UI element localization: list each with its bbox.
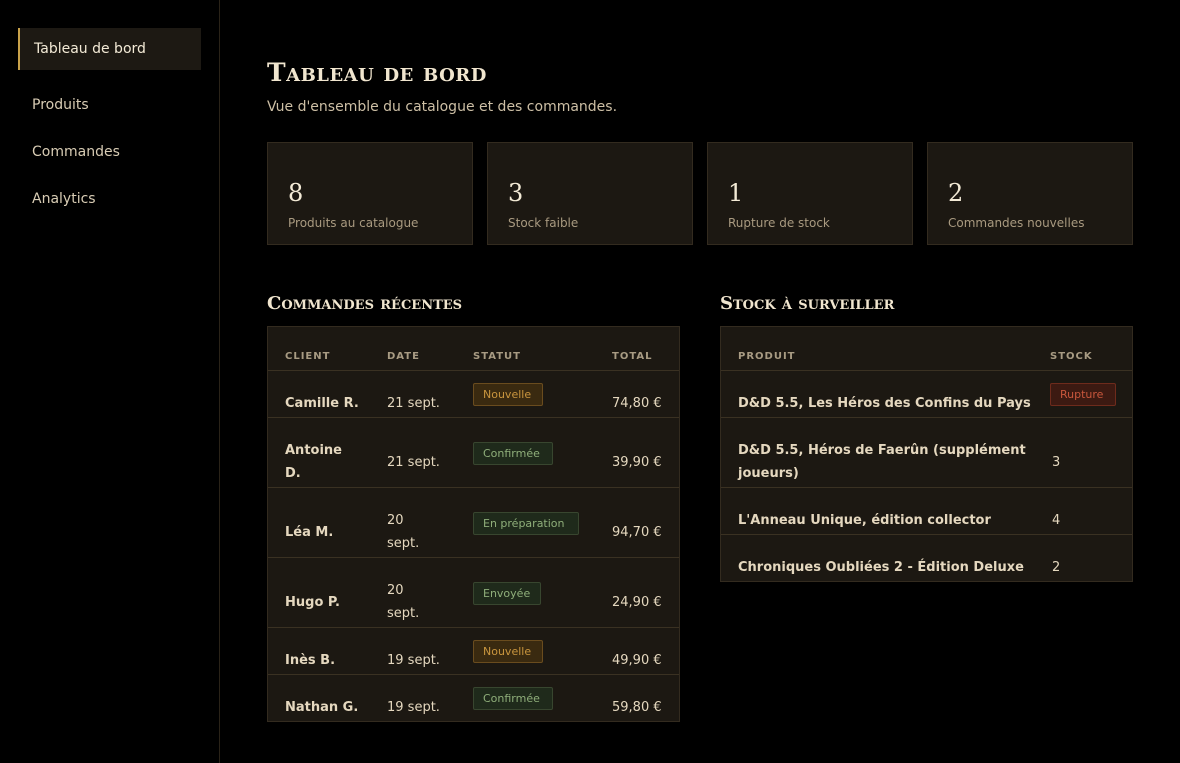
order-client: Camille R. bbox=[285, 396, 359, 411]
orders-table: CLIENT DATE STATUT TOTAL Camille R. 21 s… bbox=[267, 326, 680, 722]
status-badge: Confirmée bbox=[473, 687, 553, 710]
stock-product: D&D 5.5, Héros de Faerûn (supplément jou… bbox=[738, 443, 1026, 481]
page-title: Tableau de bord bbox=[267, 58, 487, 87]
stock-product: Chroniques Oubliées 2 - Édition Deluxe bbox=[738, 560, 1024, 575]
order-total: 49,90 € bbox=[612, 653, 662, 668]
stat-card-products: 8 Produits au catalogue bbox=[267, 142, 473, 245]
order-date: 20 sept. bbox=[387, 513, 420, 551]
table-row[interactable]: D&D 5.5, Les Héros des Confins du Pays R… bbox=[721, 370, 1132, 417]
sidebar-item-orders[interactable]: Commandes bbox=[18, 131, 201, 173]
stat-label: Rupture de stock bbox=[728, 216, 830, 230]
stock-product: D&D 5.5, Les Héros des Confins du Pays bbox=[738, 396, 1031, 411]
table-row[interactable]: Hugo P. 20 sept. Envoyée 24,90 € bbox=[268, 557, 679, 627]
stock-count: 2 bbox=[1052, 560, 1061, 575]
table-row[interactable]: Léa M. 20 sept. En préparation 94,70 € bbox=[268, 487, 679, 557]
order-date: 21 sept. bbox=[387, 396, 440, 411]
sidebar: Tableau de bord Produits Commandes Analy… bbox=[0, 0, 220, 763]
stat-label: Stock faible bbox=[508, 216, 579, 230]
status-badge: Nouvelle bbox=[473, 383, 543, 406]
order-total: 59,80 € bbox=[612, 700, 662, 715]
page-subtitle: Vue d'ensemble du catalogue et des comma… bbox=[267, 99, 618, 115]
order-date: 19 sept. bbox=[387, 653, 440, 668]
stat-label: Produits au catalogue bbox=[288, 216, 419, 230]
stock-product: L'Anneau Unique, édition collector bbox=[738, 513, 991, 528]
stock-count: 3 bbox=[1052, 455, 1061, 470]
table-row[interactable]: D&D 5.5, Héros de Faerûn (supplément jou… bbox=[721, 417, 1132, 487]
order-client: Hugo P. bbox=[285, 595, 340, 610]
table-row[interactable]: Inès B. 19 sept. Nouvelle 49,90 € bbox=[268, 627, 679, 674]
stock-count: 4 bbox=[1052, 513, 1061, 528]
table-row[interactable]: Nathan G. 19 sept. Confirmée 59,80 € bbox=[268, 674, 679, 721]
order-total: 74,80 € bbox=[612, 396, 662, 411]
sidebar-item-analytics[interactable]: Analytics bbox=[18, 178, 201, 220]
order-client: Léa M. bbox=[285, 525, 334, 540]
order-date: 20 sept. bbox=[387, 583, 420, 621]
column-header-client: CLIENT bbox=[285, 351, 331, 362]
column-header-total: TOTAL bbox=[612, 351, 653, 362]
table-row[interactable]: L'Anneau Unique, édition collector 4 bbox=[721, 487, 1132, 534]
order-date: 21 sept. bbox=[387, 455, 440, 470]
column-header-date: DATE bbox=[387, 351, 420, 362]
status-badge: Nouvelle bbox=[473, 640, 543, 663]
table-row[interactable]: Antoine D. 21 sept. Confirmée 39,90 € bbox=[268, 417, 679, 487]
order-client: Antoine D. bbox=[285, 443, 342, 481]
stat-value: 2 bbox=[948, 179, 964, 207]
order-date: 19 sept. bbox=[387, 700, 440, 715]
status-badge: Rupture bbox=[1050, 383, 1116, 406]
order-client: Nathan G. bbox=[285, 700, 359, 715]
stat-value: 8 bbox=[288, 179, 304, 207]
stat-label: Commandes nouvelles bbox=[948, 216, 1085, 230]
column-header-product: PRODUIT bbox=[738, 351, 796, 362]
sidebar-item-dashboard[interactable]: Tableau de bord bbox=[18, 28, 201, 70]
status-badge: En préparation bbox=[473, 512, 579, 535]
column-header-status: STATUT bbox=[473, 351, 521, 362]
sidebar-item-products[interactable]: Produits bbox=[18, 84, 201, 126]
column-header-stock: STOCK bbox=[1050, 351, 1093, 362]
stock-section-title: Stock à surveiller bbox=[720, 293, 895, 314]
status-badge: Envoyée bbox=[473, 582, 541, 605]
stat-value: 1 bbox=[728, 179, 744, 207]
table-row[interactable]: Chroniques Oubliées 2 - Édition Deluxe 2 bbox=[721, 534, 1132, 581]
order-client: Inès B. bbox=[285, 653, 336, 668]
stock-table: PRODUIT STOCK D&D 5.5, Les Héros des Con… bbox=[720, 326, 1133, 582]
stat-card-new-orders: 2 Commandes nouvelles bbox=[927, 142, 1133, 245]
status-badge: Confirmée bbox=[473, 442, 553, 465]
stat-card-out-of-stock: 1 Rupture de stock bbox=[707, 142, 913, 245]
table-row[interactable]: Camille R. 21 sept. Nouvelle 74,80 € bbox=[268, 370, 679, 417]
orders-section-title: Commandes récentes bbox=[267, 293, 463, 314]
stat-value: 3 bbox=[508, 179, 524, 207]
order-total: 24,90 € bbox=[612, 595, 662, 610]
stat-card-low-stock: 3 Stock faible bbox=[487, 142, 693, 245]
order-total: 39,90 € bbox=[612, 455, 662, 470]
order-total: 94,70 € bbox=[612, 525, 662, 540]
